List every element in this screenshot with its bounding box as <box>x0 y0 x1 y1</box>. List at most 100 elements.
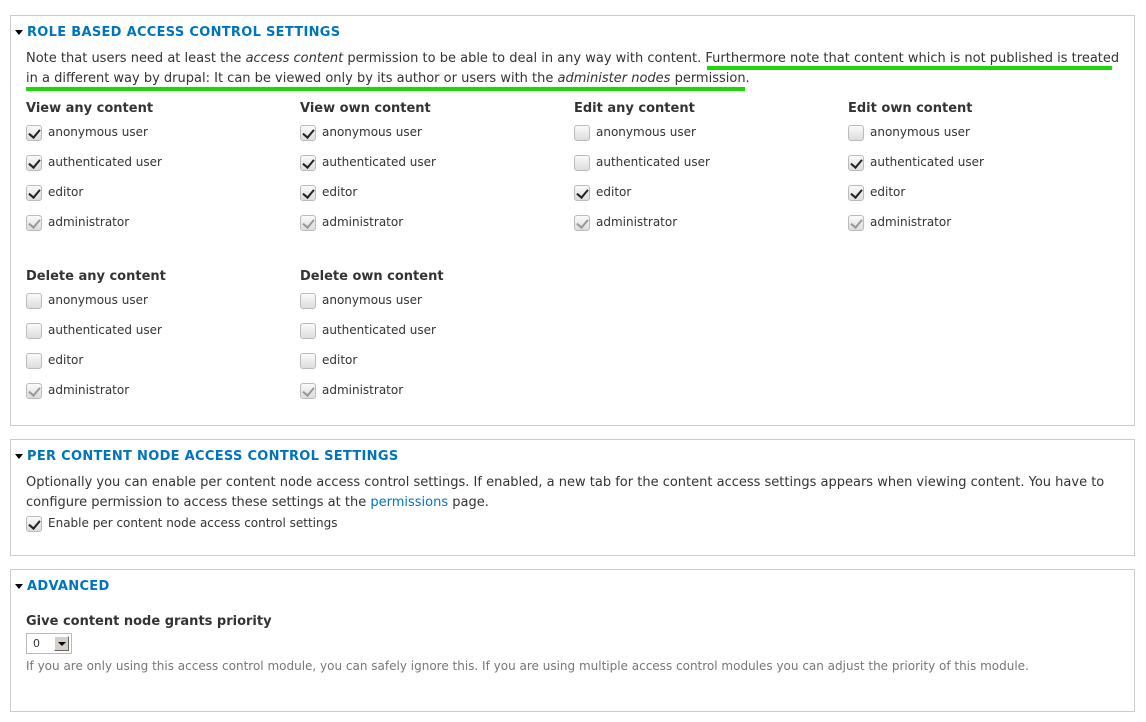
select-value: 0 <box>33 637 40 650</box>
checkbox-label: anonymous user <box>322 293 422 307</box>
checkbox-checked-icon[interactable] <box>848 155 864 171</box>
checkbox-label: authenticated user <box>48 155 162 169</box>
permissions-link[interactable]: permissions <box>370 495 448 510</box>
desc-text: Optionally you can enable per content no… <box>26 475 1105 510</box>
role-checkbox-anonymous-user[interactable]: anonymous user <box>574 124 848 154</box>
checkbox-checked-icon[interactable] <box>26 516 42 532</box>
checkbox-label: Enable per content node access control s… <box>48 516 338 530</box>
checkbox-checked-icon[interactable] <box>26 155 42 171</box>
section-title: ROLE BASED ACCESS CONTROL SETTINGS <box>27 25 341 40</box>
role-checkbox-administrator: administrator <box>848 214 1122 244</box>
advanced-fieldset: ADVANCED Give content node grants priori… <box>10 569 1135 712</box>
permission-group: Delete own content anonymous user authenti… <box>300 268 574 412</box>
advanced-section-toggle[interactable]: ADVANCED <box>15 579 110 594</box>
role-checkbox-editor[interactable]: editor <box>300 184 574 214</box>
group-title: Edit any content <box>574 101 695 116</box>
role-checkbox-anonymous-user[interactable]: anonymous user <box>848 124 1122 154</box>
checkbox-checked-icon <box>574 215 590 231</box>
role-checkbox-authenticated-user[interactable]: authenticated user <box>300 154 574 184</box>
desc-text: page. <box>448 495 489 510</box>
checkbox-label: editor <box>596 185 632 199</box>
desc-text: permission. <box>670 71 750 86</box>
permission-group: Edit any content anonymous user authentica… <box>574 100 848 244</box>
permission-group: View own content anonymous user authentica… <box>300 100 574 244</box>
collapse-triangle-icon <box>15 584 23 589</box>
group-title: View own content <box>300 101 431 116</box>
checkbox-label: authenticated user <box>322 155 436 169</box>
checkbox-unchecked-icon[interactable] <box>300 353 316 369</box>
checkbox-unchecked-icon[interactable] <box>300 293 316 309</box>
role-section-toggle[interactable]: ROLE BASED ACCESS CONTROL SETTINGS <box>15 25 340 40</box>
checkbox-checked-icon[interactable] <box>26 185 42 201</box>
desc-em: access content <box>245 51 344 66</box>
dropdown-arrow-icon[interactable] <box>54 636 69 651</box>
checkbox-label: editor <box>322 353 358 367</box>
role-checkbox-anonymous-user[interactable]: anonymous user <box>300 292 574 322</box>
checkbox-checked-icon[interactable] <box>300 155 316 171</box>
checkbox-unchecked-icon[interactable] <box>574 155 590 171</box>
checkbox-checked-icon[interactable] <box>574 185 590 201</box>
role-checkbox-editor[interactable]: editor <box>26 352 300 382</box>
role-based-access-fieldset: ROLE BASED ACCESS CONTROL SETTINGS Note … <box>10 15 1135 426</box>
checkbox-unchecked-icon[interactable] <box>26 293 42 309</box>
checkbox-checked-icon[interactable] <box>848 185 864 201</box>
checkbox-checked-icon <box>848 215 864 231</box>
role-checkbox-authenticated-user[interactable]: authenticated user <box>574 154 848 184</box>
section-title: ADVANCED <box>27 579 110 594</box>
desc-text: Note that users need at least the <box>26 51 246 66</box>
checkbox-unchecked-icon[interactable] <box>574 125 590 141</box>
role-checkbox-administrator: administrator <box>574 214 848 244</box>
checkbox-checked-icon <box>26 215 42 231</box>
checkbox-label: anonymous user <box>48 293 148 307</box>
checkbox-label: editor <box>870 185 906 199</box>
checkbox-checked-icon <box>26 383 42 399</box>
role-checkbox-editor[interactable]: editor <box>300 352 574 382</box>
checkbox-label: anonymous user <box>322 125 422 139</box>
checkbox-label: anonymous user <box>870 125 970 139</box>
role-checkbox-editor[interactable]: editor <box>574 184 848 214</box>
role-checkbox-anonymous-user[interactable]: anonymous user <box>26 124 300 154</box>
role-checkbox-editor[interactable]: editor <box>26 184 300 214</box>
role-checkbox-anonymous-user[interactable]: anonymous user <box>300 124 574 154</box>
checkbox-unchecked-icon[interactable] <box>848 125 864 141</box>
role-checkbox-authenticated-user[interactable]: authenticated user <box>26 154 300 184</box>
checkbox-label: administrator <box>48 383 130 397</box>
role-checkbox-authenticated-user[interactable]: authenticated user <box>26 322 300 352</box>
checkbox-unchecked-icon[interactable] <box>300 323 316 339</box>
annotation-underline <box>707 66 1112 70</box>
checkbox-label: authenticated user <box>596 155 710 169</box>
role-checkbox-authenticated-user[interactable]: authenticated user <box>300 322 574 352</box>
role-checkbox-authenticated-user[interactable]: authenticated user <box>848 154 1122 184</box>
checkbox-label: authenticated user <box>870 155 984 169</box>
checkbox-unchecked-icon[interactable] <box>26 353 42 369</box>
checkbox-checked-icon <box>300 215 316 231</box>
checkbox-label: administrator <box>322 215 404 229</box>
checkbox-label: editor <box>48 353 84 367</box>
role-checkbox-administrator: administrator <box>26 214 300 244</box>
group-title: Delete any content <box>26 269 166 284</box>
checkbox-checked-icon[interactable] <box>300 185 316 201</box>
checkbox-label: administrator <box>48 215 130 229</box>
role-checkbox-editor[interactable]: editor <box>848 184 1122 214</box>
annotation-underline <box>26 87 745 91</box>
role-checkbox-anonymous-user[interactable]: anonymous user <box>26 292 300 322</box>
desc-em: administer nodes <box>557 71 671 86</box>
role-checkbox-administrator: administrator <box>26 382 300 412</box>
role-checkbox-administrator: administrator <box>300 382 574 412</box>
permission-grid-row1: View any content anonymous user authentica… <box>26 100 1122 244</box>
checkbox-unchecked-icon[interactable] <box>26 323 42 339</box>
section-title: PER CONTENT NODE ACCESS CONTROL SETTINGS <box>27 449 399 464</box>
collapse-triangle-icon <box>15 454 23 459</box>
per-node-section-toggle[interactable]: PER CONTENT NODE ACCESS CONTROL SETTINGS <box>15 449 399 464</box>
per-node-access-fieldset: PER CONTENT NODE ACCESS CONTROL SETTINGS… <box>10 439 1135 556</box>
permission-group: Edit own content anonymous user authentica… <box>848 100 1122 244</box>
enable-per-node-checkbox[interactable]: Enable per content node access control s… <box>26 515 337 545</box>
permission-group: Delete any content anonymous user authenti… <box>26 268 300 412</box>
collapse-triangle-icon <box>15 30 23 35</box>
priority-select[interactable]: 0 <box>26 633 72 654</box>
checkbox-checked-icon[interactable] <box>300 125 316 141</box>
checkbox-label: editor <box>48 185 84 199</box>
checkbox-checked-icon[interactable] <box>26 125 42 141</box>
checkbox-label: administrator <box>322 383 404 397</box>
group-title: View any content <box>26 101 154 116</box>
